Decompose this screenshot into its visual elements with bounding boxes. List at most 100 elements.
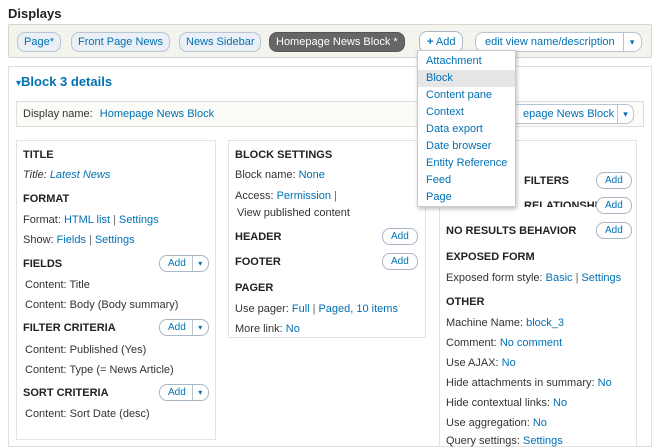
show-settings-link[interactable]: Settings: [95, 234, 135, 246]
field-item-body[interactable]: Content: Body (Body summary): [25, 299, 178, 311]
header-section-header: HEADER: [235, 231, 282, 243]
tab-news-sidebar[interactable]: News Sidebar: [179, 32, 262, 52]
footer-section-header: FOOTER: [235, 256, 281, 268]
comment-label: Comment:: [446, 337, 497, 349]
format-section-header: FORMAT: [23, 193, 70, 205]
more-link-label: More link:: [235, 323, 283, 335]
comment-link[interactable]: No comment: [500, 337, 562, 349]
show-value-link[interactable]: Fields: [57, 234, 86, 246]
menu-item-content-pane[interactable]: Content pane: [418, 87, 515, 104]
more-link-value-link[interactable]: No: [286, 323, 300, 335]
format-label: Format:: [23, 214, 61, 226]
filter-item-published[interactable]: Content: Published (Yes): [25, 344, 146, 356]
add-filter-right-button[interactable]: Add: [596, 172, 632, 189]
menu-item-page[interactable]: Page: [418, 189, 515, 206]
chevron-down-icon[interactable]: ▾: [191, 320, 208, 335]
query-settings-label: Query settings:: [446, 435, 520, 447]
no-results-section-header: NO RESULTS BEHAVIOR: [446, 225, 577, 237]
menu-item-attachment[interactable]: Attachment: [418, 53, 515, 70]
middle-column: BLOCK SETTINGS Block name: None Access: …: [228, 140, 426, 338]
use-pager-value-link[interactable]: Full: [292, 303, 310, 315]
tab-front-page-news[interactable]: Front Page News: [71, 32, 170, 52]
tab-modified-mark: *: [49, 36, 54, 48]
show-label: Show:: [23, 234, 54, 246]
add-filter-button[interactable]: Add ▾: [159, 319, 209, 336]
hide-contextual-link[interactable]: No: [553, 397, 567, 409]
use-ajax-link[interactable]: No: [502, 357, 516, 369]
menu-item-feed[interactable]: Feed: [418, 172, 515, 189]
format-value-link[interactable]: HTML list: [64, 214, 110, 226]
sort-section-header: SORT CRITERIA: [23, 387, 109, 399]
add-label: Add: [435, 36, 456, 48]
machine-name-label: Machine Name:: [446, 317, 524, 329]
access-label: Access:: [235, 190, 274, 202]
tab-homepage-news-block[interactable]: Homepage News Block *: [269, 32, 405, 52]
filter-item-type[interactable]: Content: Type (= News Article): [25, 364, 174, 376]
machine-name-link[interactable]: block_3: [526, 317, 564, 329]
show-row: Show: Fields | Settings: [23, 234, 135, 246]
title-value-link[interactable]: Latest News: [50, 169, 111, 181]
display-actions-label: epage News Block: [523, 108, 615, 120]
menu-item-data-export[interactable]: Data export: [418, 121, 515, 138]
pager-section-header: PAGER: [235, 282, 274, 294]
exposed-style-settings-link[interactable]: Settings: [581, 272, 621, 284]
tab-page[interactable]: Page*: [17, 32, 61, 52]
edit-view-name-button[interactable]: edit view name/description ▾: [475, 32, 642, 52]
field-item-title[interactable]: Content: Title: [25, 279, 90, 291]
pager-items-link[interactable]: Paged, 10 items: [318, 303, 398, 315]
hide-attachments-link[interactable]: No: [598, 377, 612, 389]
menu-item-block[interactable]: Block: [418, 70, 515, 87]
add-label: Add: [168, 387, 186, 398]
add-footer-button[interactable]: Add: [382, 253, 418, 270]
hide-contextual-row: Hide contextual links: No: [446, 397, 567, 409]
title-label: Title:: [23, 169, 47, 181]
access-permission-link[interactable]: View published content: [237, 207, 350, 219]
menu-item-context[interactable]: Context: [418, 104, 515, 121]
use-pager-row: Use pager: Full | Paged, 10 items: [235, 303, 398, 315]
block-settings-header: BLOCK SETTINGS: [235, 149, 333, 161]
use-aggregation-label: Use aggregation:: [446, 417, 530, 429]
add-display-menu: Attachment Block Content pane Context Da…: [417, 50, 516, 207]
add-no-results-button[interactable]: Add: [596, 222, 632, 239]
title-row: Title: Latest News: [23, 169, 110, 181]
add-label: Add: [168, 258, 186, 269]
sort-item-date[interactable]: Content: Sort Date (desc): [25, 408, 150, 420]
display-actions-dropdown[interactable]: epage News Block ▾: [496, 104, 634, 124]
access-row: Access: Permission |: [235, 190, 337, 202]
use-pager-label: Use pager:: [235, 303, 289, 315]
chevron-down-icon[interactable]: ▾: [617, 105, 633, 123]
display-name-link[interactable]: Homepage News Block: [100, 108, 214, 120]
details-title[interactable]: ▾Block 3 details: [16, 74, 112, 89]
query-settings-link[interactable]: Settings: [523, 435, 563, 447]
tab-label: Homepage News Block: [276, 36, 391, 48]
menu-item-date-browser[interactable]: Date browser: [418, 138, 515, 155]
chevron-down-icon[interactable]: ▾: [191, 256, 208, 271]
other-section-header: OTHER: [446, 296, 485, 308]
block-name-label: Block name:: [235, 169, 296, 181]
use-ajax-row: Use AJAX: No: [446, 357, 516, 369]
exposed-style-label: Exposed form style:: [446, 272, 543, 284]
tab-label: News Sidebar: [186, 36, 255, 48]
add-relationship-button[interactable]: Add: [596, 197, 632, 214]
block-name-row: Block name: None: [235, 169, 325, 181]
edit-view-label: edit view name/description: [485, 36, 615, 48]
access-value-link[interactable]: Permission: [277, 190, 331, 202]
chevron-down-icon[interactable]: ▾: [622, 33, 641, 51]
hide-attachments-row: Hide attachments in summary: No: [446, 377, 612, 389]
block-name-link[interactable]: None: [299, 169, 325, 181]
hide-contextual-label: Hide contextual links:: [446, 397, 550, 409]
machine-name-row: Machine Name: block_3: [446, 317, 564, 329]
exposed-style-value-link[interactable]: Basic: [546, 272, 573, 284]
details-title-text: Block 3 details: [21, 74, 113, 89]
add-field-button[interactable]: Add ▾: [159, 255, 209, 272]
add-header-button[interactable]: Add: [382, 228, 418, 245]
use-aggregation-link[interactable]: No: [533, 417, 547, 429]
format-settings-link[interactable]: Settings: [119, 214, 159, 226]
title-section-header: TITLE: [23, 149, 54, 161]
left-column: TITLE Title: Latest News FORMAT Format: …: [16, 140, 216, 440]
add-sort-button[interactable]: Add ▾: [159, 384, 209, 401]
display-name-label: Display name:: [23, 108, 93, 120]
use-aggregation-row: Use aggregation: No: [446, 417, 547, 429]
menu-item-entity-reference[interactable]: Entity Reference: [418, 155, 515, 172]
chevron-down-icon[interactable]: ▾: [191, 385, 208, 400]
